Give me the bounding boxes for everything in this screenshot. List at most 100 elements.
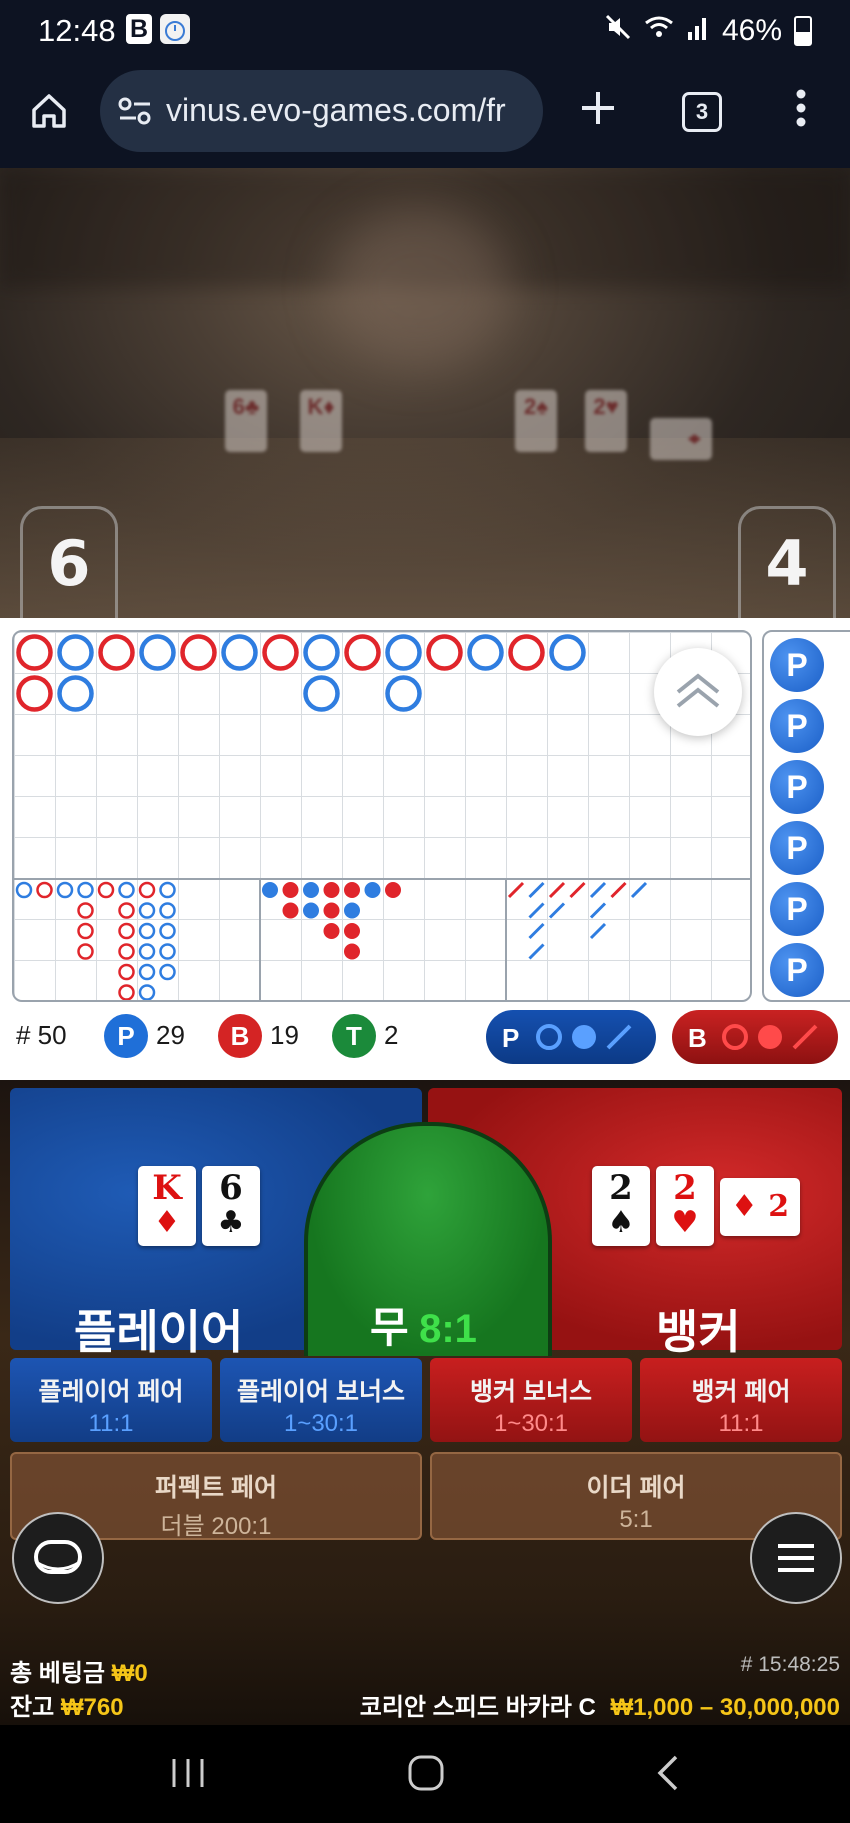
big-eye-mark: [15, 881, 33, 899]
player-bonus-odds: 1~30:1: [283, 1410, 359, 1437]
player-wins: 29: [156, 1020, 185, 1050]
table-surface: [0, 438, 850, 618]
stats-row: # 50 P 29 B 19 T 2 P B: [0, 1008, 850, 1068]
big-eye-mark: [138, 881, 156, 899]
player-card-1: K ♦: [138, 1166, 196, 1246]
home-nav-button[interactable]: [406, 1753, 446, 1798]
big-eye-mark: [159, 881, 176, 899]
stopwatch-app-icon: [160, 14, 190, 44]
big-eye-mark: [77, 902, 94, 919]
cockroach-mark: [589, 902, 607, 919]
scoreboard: PPPPPP # 50 P 29 B 19 T 2 P B: [0, 618, 850, 1080]
big-eye-mark: [77, 922, 94, 940]
small-road-mark: [344, 923, 360, 939]
player-predict-label: P: [502, 1023, 520, 1053]
banker-bead: [262, 634, 299, 671]
player-bonus-bet[interactable]: 플레이어 보너스 1~30:1: [220, 1358, 422, 1442]
bead-road-marks: [16, 634, 586, 712]
expand-roads-button[interactable]: [654, 648, 742, 736]
video-banker-card-3: ♦: [650, 418, 712, 460]
betting-area: K ♦ 6 ♣ 플레이어 2 ♠ 2 ♥ ♦ 2 뱅커 무 8:1 플레이어 페어 11…: [0, 1080, 850, 1725]
player-stat-badge: P: [104, 1014, 148, 1058]
big-eye-mark: [138, 902, 156, 919]
banker-score: 4: [738, 506, 836, 618]
address-bar[interactable]: vinus.evo-games.com/fr: [100, 70, 543, 152]
home-square-icon: [408, 1755, 444, 1791]
side-road-chip: P: [770, 760, 824, 814]
banker-predict-button[interactable]: B: [672, 1010, 838, 1064]
b-app-icon: B: [126, 14, 152, 44]
cockroach-mark: [528, 902, 545, 919]
banker-predict-icons: [722, 1024, 818, 1050]
small-road-mark: [344, 943, 360, 960]
banker-pair-bet[interactable]: 뱅커 페어 11:1: [640, 1358, 842, 1442]
signal-icon: [686, 14, 710, 48]
big-eye-mark: [118, 902, 135, 919]
main-menu-button[interactable]: [750, 1512, 842, 1604]
banker-bead: [508, 634, 545, 671]
small-road-mark: [282, 902, 299, 919]
status-time: 12:48: [38, 13, 116, 48]
banker-pair-odds: 11:1: [718, 1410, 764, 1437]
side-road-chip: P: [770, 821, 824, 875]
banker-bead: [180, 634, 217, 671]
big-eye-mark: [118, 984, 135, 1000]
battery-percent: 46%: [721, 14, 782, 47]
side-road-chip: P: [770, 699, 824, 753]
big-eye-mark: [77, 943, 94, 960]
side-road-chip: P: [770, 638, 824, 692]
home-button[interactable]: [28, 90, 70, 137]
new-tab-button[interactable]: [578, 88, 618, 133]
site-settings-icon[interactable]: [118, 96, 152, 134]
small-road-mark: [303, 882, 319, 898]
big-eye-mark: [77, 881, 94, 899]
browser-menu-button[interactable]: [786, 88, 816, 133]
android-nav-bar: [0, 1725, 850, 1823]
tab-switcher-button[interactable]: 3: [682, 92, 722, 132]
big-eye-mark: [138, 963, 156, 981]
bead-road-grid[interactable]: [12, 630, 752, 1002]
banker-bonus-bet[interactable]: 뱅커 보너스 1~30:1: [430, 1358, 632, 1442]
wifi-icon: [644, 13, 674, 49]
battery-icon: [794, 16, 812, 46]
side-road-panel[interactable]: PPPPPP: [762, 630, 850, 1002]
small-road-mark: [364, 882, 381, 898]
chat-button[interactable]: [12, 1512, 104, 1604]
small-road-mark: [344, 902, 360, 919]
derived-roads: [15, 881, 648, 1000]
big-eye-mark: [118, 943, 135, 960]
player-bead: [467, 634, 504, 671]
tie-count: 2: [384, 1020, 399, 1050]
video-banker-card-2: 2♥: [585, 390, 627, 452]
tie-bet-spot[interactable]: 무 8:1: [304, 1122, 552, 1356]
small-road-mark: [323, 902, 340, 919]
video-player-card-1: 6♣: [225, 390, 267, 452]
small-road-mark: [323, 882, 340, 898]
banker-bonus-label: 뱅커 보너스: [470, 1378, 592, 1406]
big-eye-mark: [138, 984, 156, 1000]
url-text: vinus.evo-games.com/fr: [166, 92, 506, 128]
chat-icon: [34, 1540, 82, 1574]
banker-bead: [16, 634, 53, 671]
table-name: 코리안 스피드 바카라 C: [359, 1694, 596, 1721]
status-bar: 12:48 B 46%: [0, 0, 850, 62]
cockroach-mark: [548, 902, 566, 919]
video-player-card-2: K♦: [300, 390, 342, 452]
cockroach-mark: [569, 881, 586, 899]
balance: 잔고 ₩760: [10, 1687, 124, 1722]
recents-button[interactable]: [168, 1755, 208, 1796]
table-info[interactable]: 코리안 스피드 바카라 C ₩1,000 – 30,000,000: [360, 1687, 840, 1722]
small-road-mark: [323, 923, 340, 939]
player-pair-bet[interactable]: 플레이어 페어 11:1: [10, 1358, 212, 1442]
big-eye-mark: [159, 943, 176, 960]
back-button[interactable]: [648, 1753, 688, 1798]
banker-stat-badge: B: [218, 1014, 262, 1058]
player-predict-button[interactable]: P: [486, 1010, 656, 1064]
side-road-chip: P: [770, 882, 824, 936]
more-vert-icon: [796, 89, 806, 127]
player-bead: [385, 634, 422, 671]
cockroach-mark: [589, 881, 607, 899]
small-road-mark: [282, 882, 299, 898]
back-chevron-icon: [657, 1755, 678, 1791]
player-bead: [57, 675, 94, 712]
